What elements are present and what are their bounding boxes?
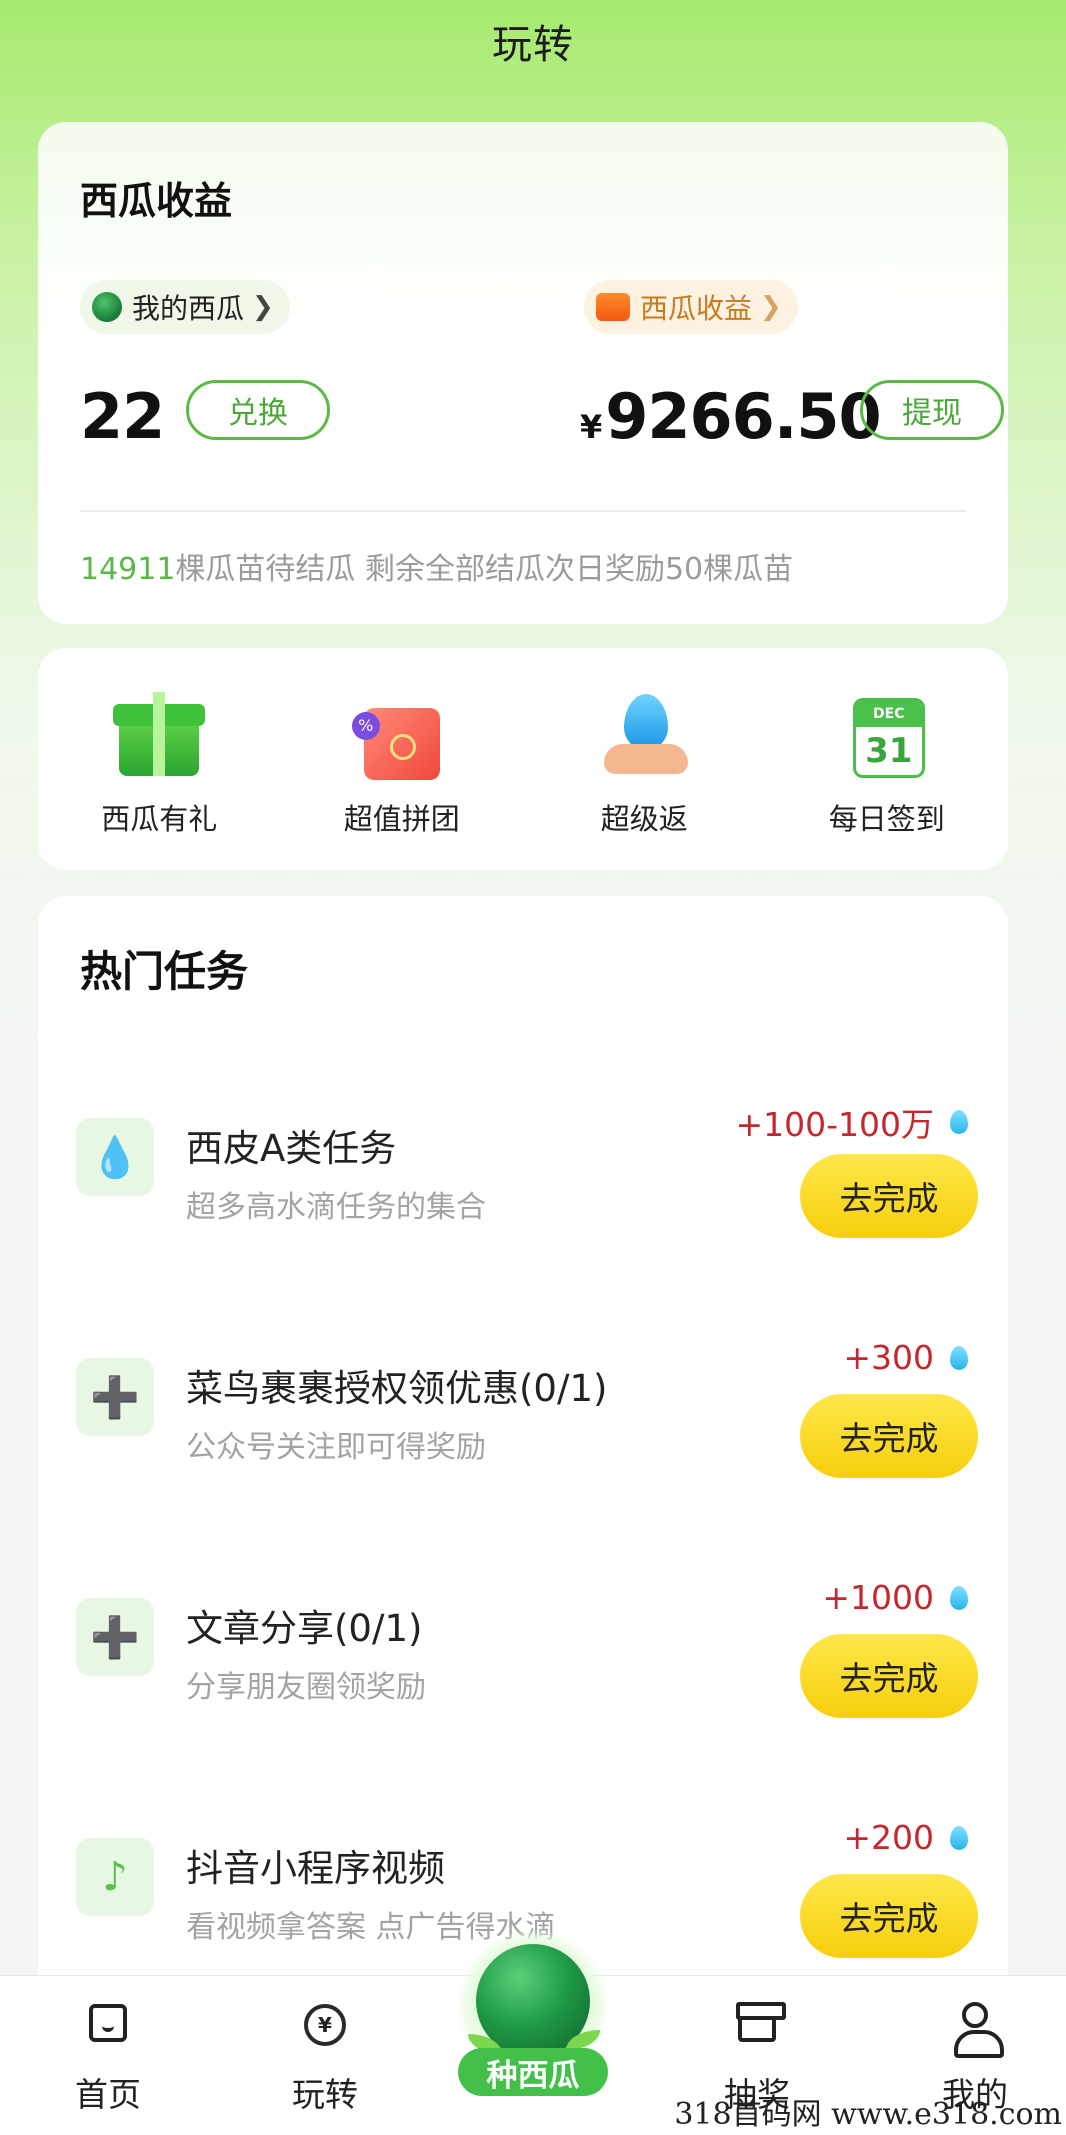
- water-drop-icon: [950, 1345, 968, 1370]
- task-item: 💧 西皮A类任务 超多高水滴任务的集合 +100-100万 去完成: [38, 1046, 1008, 1246]
- task-name: 文章分享(0/1): [186, 1607, 423, 1650]
- tab-home[interactable]: 首页: [33, 1976, 183, 2135]
- task-reward: +300: [843, 1338, 968, 1377]
- complete-task-button[interactable]: 去完成: [800, 1394, 978, 1478]
- gift-icon: [732, 1998, 786, 2048]
- home-icon: [83, 1998, 133, 2048]
- chevron-right-icon: ❯: [760, 292, 782, 322]
- complete-task-button[interactable]: 去完成: [800, 1874, 978, 1958]
- features-card: 西瓜有礼 % 超值拼团 超级返 DEC 31 每日签到: [38, 648, 1008, 870]
- task-reward: +100-100万: [735, 1098, 968, 1146]
- feature-group-buy[interactable]: % 超值拼团: [302, 688, 502, 838]
- add-user-icon: ➕: [76, 1358, 154, 1436]
- tab-label: 首页: [75, 2075, 141, 2114]
- calendar-month: DEC: [855, 701, 922, 727]
- tiktok-icon: ♪: [76, 1838, 154, 1916]
- add-user-icon: ➕: [76, 1598, 154, 1676]
- hot-tasks-card: 热门任务 💧 西皮A类任务 超多高水滴任务的集合 +100-100万 去完成 ➕…: [38, 896, 1008, 1996]
- tab-play[interactable]: ¥ 玩转: [250, 1976, 400, 2135]
- withdraw-button[interactable]: 提现: [860, 380, 1004, 440]
- shopping-bag-icon: %: [351, 688, 452, 784]
- gift-box-icon: [109, 688, 209, 784]
- complete-task-button[interactable]: 去完成: [800, 1634, 978, 1718]
- melon-income-link[interactable]: 西瓜收益 ❯: [584, 280, 798, 334]
- chevron-right-icon: ❯: [252, 292, 274, 322]
- divider: [80, 510, 966, 512]
- sprout-status: 14911棵瓜苗待结瓜 剩余全部结瓜次日奖励50棵瓜苗: [80, 544, 793, 588]
- water-drop-icon: [950, 1825, 968, 1850]
- task-desc: 分享朋友圈领奖励: [186, 1670, 426, 1705]
- watermelon-icon: 种西瓜: [458, 1930, 608, 2096]
- income-amount: 9266.50: [605, 380, 881, 453]
- sprout-count: 14911: [80, 552, 176, 587]
- my-melon-label: 我的西瓜: [132, 292, 245, 325]
- feature-label: 每日签到: [828, 802, 945, 836]
- user-icon: [950, 1998, 1004, 2058]
- feature-label: 超级返: [600, 802, 688, 836]
- feature-label: 西瓜有礼: [101, 802, 218, 836]
- melon-count: 22: [80, 380, 165, 453]
- tasks-title: 热门任务: [80, 947, 249, 996]
- melon-income-label: 西瓜收益: [640, 292, 753, 325]
- task-reward: +200: [843, 1818, 968, 1857]
- tab-label: 种西瓜: [458, 2048, 608, 2096]
- sprout-text: 棵瓜苗待结瓜 剩余全部结瓜次日奖励50棵瓜苗: [175, 552, 794, 587]
- task-reward: +1000: [822, 1578, 968, 1617]
- page-title: 玩转: [492, 22, 574, 68]
- feature-daily-checkin[interactable]: DEC 31 每日签到: [787, 688, 987, 838]
- watermark: 318首码网 www.e318.com: [674, 2097, 1062, 2132]
- task-item: ➕ 文章分享(0/1) 分享朋友圈领奖励 +1000 去完成: [38, 1526, 1008, 1726]
- tab-label: 玩转: [292, 2075, 358, 2114]
- water-drop-icon: [950, 1110, 968, 1134]
- calendar-icon: DEC 31: [837, 688, 937, 784]
- water-drop-icon: 💧: [76, 1118, 154, 1196]
- task-name: 菜鸟裹裹授权领优惠(0/1): [186, 1367, 608, 1410]
- my-melon-link[interactable]: 我的西瓜 ❯: [80, 280, 290, 334]
- exchange-button[interactable]: 兑换: [186, 380, 330, 440]
- feature-super-rebate[interactable]: 超级返: [544, 688, 744, 838]
- water-drop-hand-icon: [594, 688, 694, 784]
- calendar-day: 31: [865, 731, 913, 771]
- task-desc: 超多高水滴任务的集合: [186, 1190, 486, 1225]
- feature-label: 超值拼团: [343, 802, 460, 836]
- task-desc: 公众号关注即可得奖励: [186, 1430, 486, 1465]
- task-name: 抖音小程序视频: [186, 1847, 445, 1890]
- watermelon-icon: [92, 292, 122, 322]
- earnings-title: 西瓜收益: [80, 179, 233, 223]
- income-amount-wrap: ¥ 9266.50: [580, 380, 882, 453]
- complete-task-button[interactable]: 去完成: [800, 1154, 978, 1238]
- task-name: 西皮A类任务: [186, 1127, 397, 1170]
- wallet-icon: [596, 293, 630, 321]
- task-item: ➕ 菜鸟裹裹授权领优惠(0/1) 公众号关注即可得奖励 +300 去完成: [38, 1286, 1008, 1486]
- water-drop-icon: [950, 1585, 968, 1610]
- money-bag-icon: ¥: [300, 1998, 350, 2048]
- earnings-card: 西瓜收益 我的西瓜 ❯ 西瓜收益 ❯ 22 兑换 ¥ 9266.50 提现 14…: [38, 122, 1008, 624]
- tab-plant-watermelon[interactable]: 种西瓜: [458, 1930, 608, 2135]
- currency-symbol: ¥: [580, 408, 602, 446]
- feature-melon-gift[interactable]: 西瓜有礼: [59, 688, 259, 838]
